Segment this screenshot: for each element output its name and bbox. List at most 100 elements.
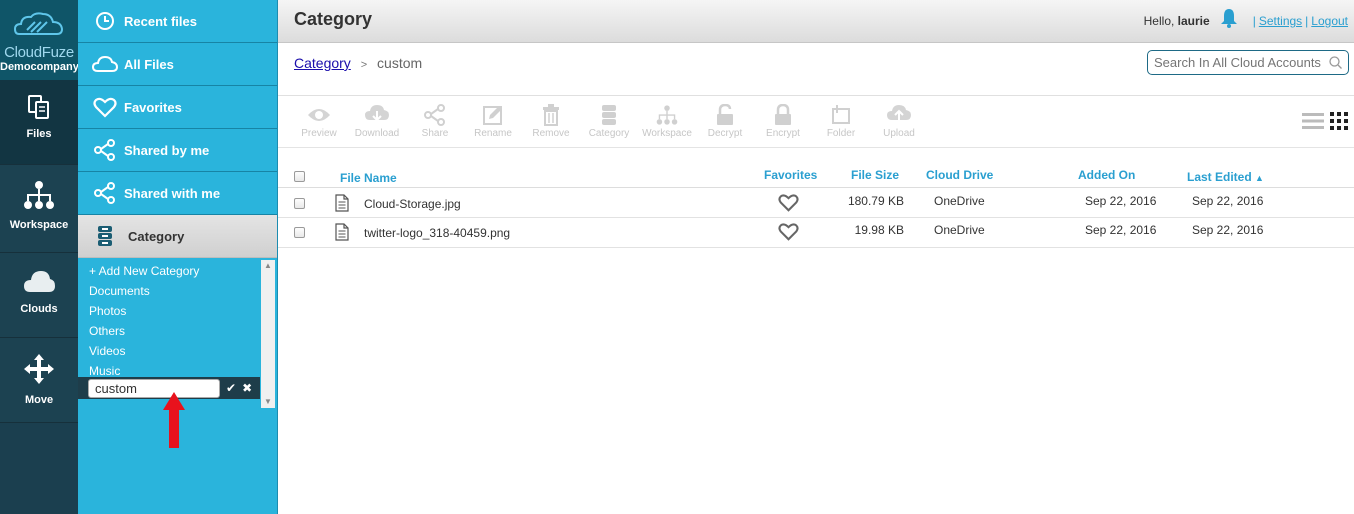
breadcrumb-separator: > [360, 59, 368, 71]
clock-icon [96, 12, 114, 30]
share-icon [94, 182, 115, 204]
category-item[interactable]: Photos [89, 301, 277, 321]
sidebar-item-label: Favorites [124, 99, 182, 115]
sidebar-item-label: All Files [124, 56, 174, 72]
rail-item-clouds[interactable]: Clouds [0, 253, 78, 338]
encrypt-button[interactable]: Encrypt [754, 96, 812, 147]
new-folder-button[interactable]: Folder [812, 96, 870, 147]
download-button[interactable]: Download [348, 96, 406, 147]
new-category-input[interactable] [88, 378, 220, 398]
column-header-file-size[interactable]: File Size [851, 168, 899, 182]
sidebar-item-label: Shared with me [124, 185, 221, 201]
grid-view-icon[interactable] [1330, 112, 1348, 130]
rail-item-move[interactable]: Move [0, 338, 78, 423]
column-header-file-name[interactable]: File Name [340, 171, 397, 185]
scroll-up-icon[interactable]: ▲ [261, 260, 275, 272]
remove-button[interactable]: Remove [522, 96, 580, 147]
sidebar-item-label: Shared by me [124, 142, 210, 158]
move-icon [24, 354, 54, 384]
folder-icon [832, 105, 850, 124]
search-icon[interactable] [1329, 56, 1342, 69]
annotation-arrow-icon [163, 392, 185, 448]
category-item[interactable]: Others [89, 321, 277, 341]
cloud-icon [24, 271, 55, 292]
bell-icon[interactable] [1218, 7, 1240, 29]
sidebar-item-shared-with-me[interactable]: Shared with me [78, 172, 277, 215]
cloud-outline-icon [92, 55, 118, 72]
add-category-link[interactable]: + Add New Category [89, 261, 277, 281]
column-header-favorites[interactable]: Favorites [764, 168, 817, 182]
sidebar-item-shared-by-me[interactable]: Shared by me [78, 129, 277, 172]
category-list: + Add New Category Documents Photos Othe… [78, 258, 277, 410]
select-all-checkbox[interactable] [294, 171, 305, 182]
org-name: Democompany [0, 61, 79, 73]
search-input[interactable] [1148, 51, 1328, 74]
list-view-icon[interactable] [1302, 112, 1324, 130]
main-rail: CloudFuze Democompany Files Workspace Cl… [0, 0, 79, 514]
cloud-download-icon [365, 105, 389, 122]
upload-button[interactable]: Upload [870, 96, 928, 147]
file-icon [335, 194, 349, 212]
sidebar-item-favorites[interactable]: Favorites [78, 86, 277, 129]
category-item[interactable]: Documents [89, 281, 277, 301]
username: laurie [1177, 14, 1210, 28]
breadcrumb-current: custom [377, 55, 423, 71]
breadcrumb: Category > custom [294, 55, 422, 71]
greeting: Hello, laurie [1143, 14, 1210, 28]
page-title: Category [294, 9, 373, 29]
app-window: CloudFuze Democompany Files Workspace Cl… [0, 0, 1354, 514]
file-size: 19.98 KB [854, 223, 904, 237]
workspace-icon [656, 105, 678, 125]
rail-label-clouds: Clouds [20, 303, 58, 315]
settings-link[interactable]: Settings [1259, 14, 1302, 28]
category-scrollbar[interactable]: ▲ ▼ [261, 260, 275, 408]
sidebar-item-label: Recent files [124, 13, 197, 29]
row-checkbox[interactable] [294, 227, 305, 238]
brand-name: CloudFuze [4, 44, 74, 61]
table-header: File Name Favorites File Size Cloud Driv… [278, 148, 1354, 188]
cancel-close-icon[interactable]: ✖ [242, 381, 252, 395]
favorite-heart-icon[interactable] [778, 193, 799, 212]
unlock-icon [717, 104, 733, 125]
scroll-down-icon[interactable]: ▼ [261, 396, 275, 408]
category-button[interactable]: Category [580, 96, 638, 147]
row-checkbox[interactable] [294, 198, 305, 209]
rail-item-workspace[interactable]: Workspace [0, 165, 78, 253]
file-name[interactable]: Cloud-Storage.jpg [364, 197, 461, 211]
table-row[interactable]: Cloud-Storage.jpg 180.79 KB OneDrive Sep… [278, 188, 1354, 218]
rail-label-files: Files [26, 128, 52, 140]
logout-link[interactable]: Logout [1311, 14, 1348, 28]
category-item[interactable]: Videos [89, 341, 277, 361]
added-on: Sep 22, 2016 [1085, 194, 1157, 208]
last-edited: Sep 22, 2016 [1192, 194, 1264, 208]
category-icon [98, 226, 112, 246]
decrypt-button[interactable]: Decrypt [696, 96, 754, 147]
column-header-cloud-drive[interactable]: Cloud Drive [926, 168, 993, 182]
column-header-last-edited[interactable]: Last Edited ▲ [1187, 170, 1264, 184]
search-box [1147, 50, 1349, 75]
eye-icon [308, 109, 330, 121]
confirm-check-icon[interactable]: ✔ [226, 381, 236, 395]
rename-button[interactable]: Rename [464, 96, 522, 147]
favorite-heart-icon[interactable] [778, 222, 799, 241]
sidebar-item-category[interactable]: Category [78, 215, 277, 258]
file-name[interactable]: twitter-logo_318-40459.png [364, 226, 510, 240]
sort-asc-icon: ▲ [1255, 173, 1264, 183]
file-toolbar: Preview Download Share Rename Remove Cat… [278, 96, 1354, 148]
share-button[interactable]: Share [406, 96, 464, 147]
workspace-icon [24, 181, 54, 209]
table-row[interactable]: twitter-logo_318-40459.png 19.98 KB OneD… [278, 218, 1354, 248]
file-icon [335, 223, 349, 241]
sidebar-item-recent-files[interactable]: Recent files [78, 0, 277, 43]
category-icon [602, 105, 616, 125]
column-header-added-on[interactable]: Added On [1078, 168, 1135, 182]
main-panel: Category Hello, laurie | Settings | Logo… [278, 0, 1354, 514]
breadcrumb-root-link[interactable]: Category [294, 55, 351, 71]
breadcrumb-bar: Category > custom [278, 43, 1354, 96]
added-on: Sep 22, 2016 [1085, 223, 1157, 237]
rail-label-move: Move [24, 394, 54, 406]
rail-item-files[interactable]: Files [0, 80, 78, 165]
sidebar-item-all-files[interactable]: All Files [78, 43, 277, 86]
workspace-button[interactable]: Workspace [638, 96, 696, 147]
preview-button[interactable]: Preview [290, 96, 348, 147]
